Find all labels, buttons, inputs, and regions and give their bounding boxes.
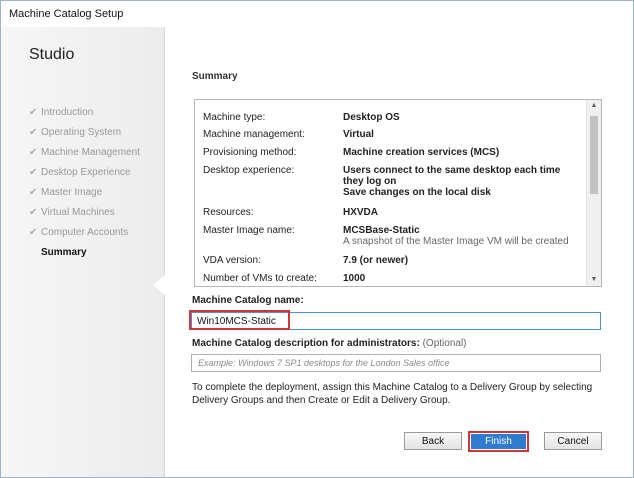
step-machine-management: ✔ Machine Management: [29, 147, 140, 158]
window-title: Machine Catalog Setup: [9, 8, 124, 20]
catalog-name-input[interactable]: Win10MCS-Static: [191, 312, 601, 330]
description-label: Machine Catalog description for administ…: [192, 338, 467, 349]
studio-brand: Studio: [29, 46, 75, 63]
machine-catalog-setup-window: Machine Catalog Setup Studio ✔ Introducti…: [0, 0, 634, 478]
wizard-steps: ✔ Introduction ✔ Operating System ✔ Machine…: [29, 106, 140, 266]
summary-panel[interactable]: Machine type: Desktop OS Machine managem…: [194, 99, 602, 287]
title-bar: Machine Catalog Setup: [1, 1, 633, 27]
scroll-up-icon[interactable]: ▲: [587, 100, 601, 112]
step-operating-system: ✔ Operating System: [29, 127, 122, 138]
finish-button[interactable]: Finish: [468, 431, 529, 452]
back-button[interactable]: Back: [404, 432, 462, 450]
checkmark-icon: ✔: [29, 227, 38, 238]
scrollbar-thumb[interactable]: [590, 116, 598, 194]
step-virtual-machines: ✔ Virtual Machines: [29, 207, 115, 218]
info-text: To complete the deployment, assign this …: [192, 382, 593, 406]
finish-button-label: Finish: [471, 434, 526, 449]
page-title: Summary: [192, 71, 238, 82]
checkmark-icon: ✔: [29, 107, 38, 118]
current-step-pointer: [153, 275, 165, 295]
summary-scrollbar[interactable]: ▲ ▼: [586, 100, 601, 286]
step-introduction: ✔ Introduction: [29, 107, 94, 118]
checkmark-icon: ✔: [29, 167, 38, 178]
description-field[interactable]: [191, 354, 601, 372]
catalog-name-label: Machine Catalog name:: [192, 295, 304, 306]
step-desktop-experience: ✔ Desktop Experience: [29, 167, 131, 178]
step-summary: Summary: [41, 247, 87, 258]
cancel-button[interactable]: Cancel: [544, 432, 602, 450]
description-input[interactable]: [192, 355, 600, 371]
step-computer-accounts: ✔ Computer Accounts: [29, 227, 129, 238]
scroll-down-icon[interactable]: ▼: [587, 274, 601, 286]
step-master-image: ✔ Master Image: [29, 187, 103, 198]
checkmark-icon: ✔: [29, 207, 38, 218]
checkmark-icon: ✔: [29, 187, 38, 198]
checkmark-icon: ✔: [29, 147, 38, 158]
checkmark-icon: ✔: [29, 127, 38, 138]
